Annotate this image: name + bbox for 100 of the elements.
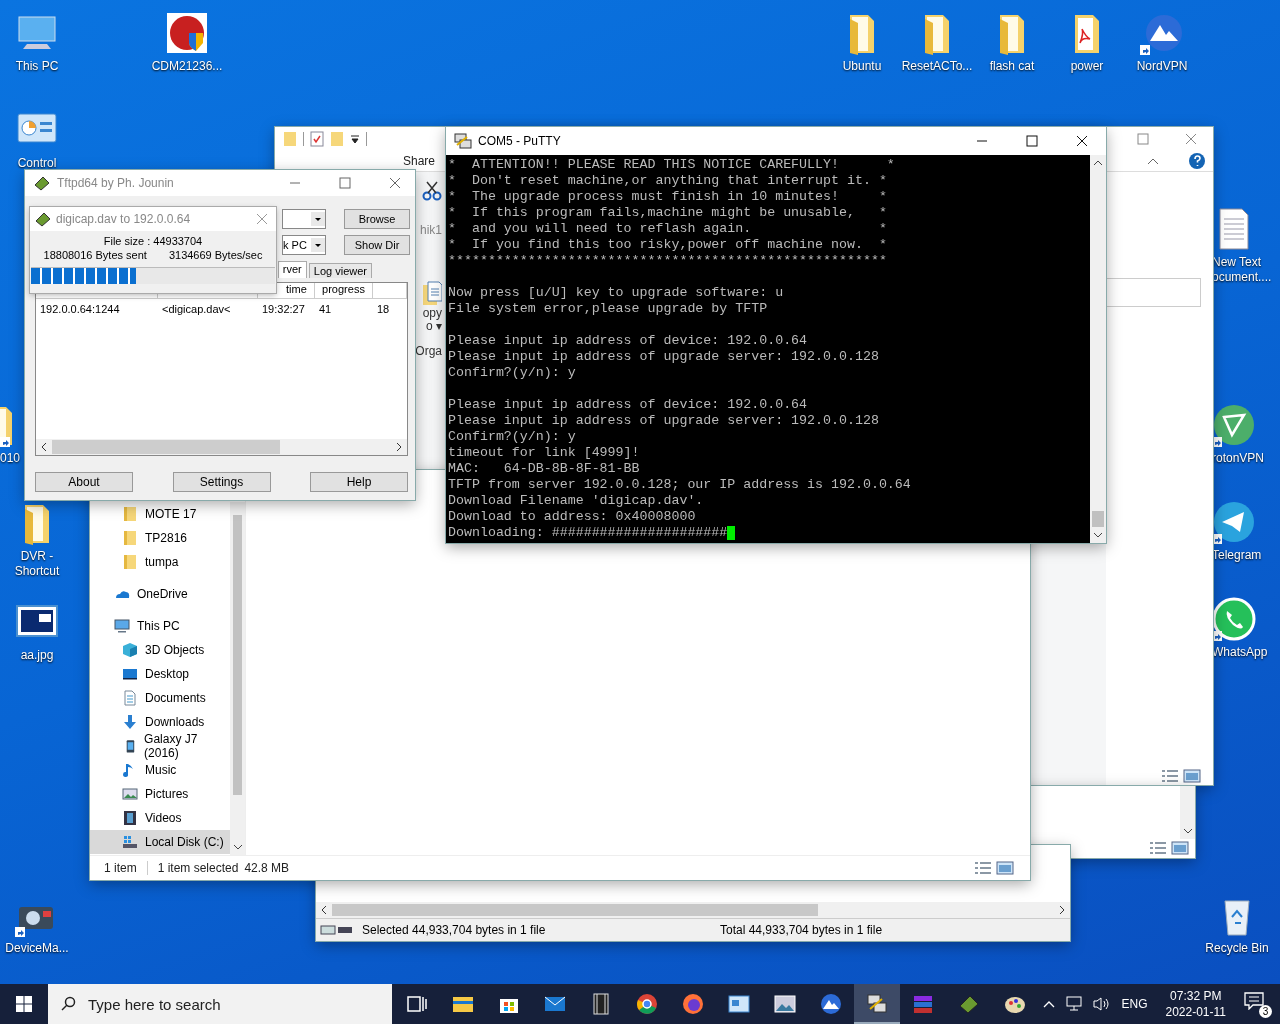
shortcut-arrow-icon xyxy=(1140,45,1150,55)
nav-item[interactable]: Downloads xyxy=(90,710,230,734)
nav-item[interactable]: Galaxy J7 (2016) xyxy=(90,734,230,758)
scrollbar[interactable] xyxy=(36,439,407,455)
icon-label[interactable]: 010 xyxy=(0,451,21,466)
nav-item[interactable]: 3D Objects xyxy=(90,638,230,662)
nav-item[interactable]: tumpa xyxy=(90,550,230,574)
ribbon-label[interactable]: opy xyxy=(422,307,442,320)
icon-label[interactable]: This PC xyxy=(15,59,59,74)
maximize-icon[interactable] xyxy=(1026,135,1038,147)
icon-label[interactable]: Ubuntu xyxy=(842,59,882,74)
speaker-icon[interactable] xyxy=(1093,996,1112,1012)
icon-label[interactable]: WhatsApp xyxy=(1212,645,1268,660)
scroll-thumb[interactable] xyxy=(233,515,242,795)
scroll-down-icon[interactable] xyxy=(232,843,243,851)
start-icon[interactable] xyxy=(16,996,32,1012)
scroll-thumb[interactable] xyxy=(332,904,818,916)
dropdown[interactable]: k PC xyxy=(282,235,326,255)
search-box[interactable]: Type here to search xyxy=(48,984,392,1024)
nav-item[interactable]: MOTE 17 xyxy=(90,502,230,526)
search-input[interactable]: Type here to search xyxy=(86,994,392,1014)
tab[interactable]: rver xyxy=(277,261,307,278)
window-icon[interactable] xyxy=(727,992,751,1016)
shortcut-arrow-icon xyxy=(0,437,10,447)
checklist-icon[interactable] xyxy=(310,131,324,147)
nav-item[interactable]: Desktop xyxy=(90,662,230,686)
icon-label[interactable]: ResetACTo... xyxy=(901,59,973,74)
button[interactable]: Help xyxy=(310,472,408,492)
details-view-icon[interactable] xyxy=(1149,841,1167,855)
network-icon[interactable] xyxy=(1065,996,1084,1012)
nav-item[interactable]: Documents xyxy=(90,686,230,710)
details-view-icon[interactable] xyxy=(974,861,992,875)
ribbon-tab[interactable]: Share xyxy=(403,154,436,168)
button[interactable]: About xyxy=(35,472,133,492)
scrollbar[interactable] xyxy=(1090,155,1106,543)
icon-label[interactable]: flash cat xyxy=(989,59,1035,74)
icon-label[interactable]: Control xyxy=(17,156,57,171)
browser-icon[interactable] xyxy=(635,992,659,1016)
nav-item[interactable]: OneDrive xyxy=(90,582,230,606)
scrollbar[interactable] xyxy=(1180,786,1195,839)
scroll-up-icon[interactable] xyxy=(1093,159,1103,167)
details-view-icon[interactable] xyxy=(1161,769,1179,783)
help-icon[interactable] xyxy=(1189,153,1205,169)
icon-label[interactable]: power xyxy=(1070,59,1104,74)
scroll-left-icon[interactable] xyxy=(40,442,48,452)
text-cursor xyxy=(727,526,736,540)
dropdown-icon[interactable] xyxy=(350,134,360,144)
search-field[interactable] xyxy=(1106,278,1201,307)
scroll-down-icon[interactable] xyxy=(1093,531,1103,539)
nav-item[interactable]: This PC xyxy=(90,614,230,638)
button[interactable]: Settings xyxy=(172,472,271,492)
icon-label[interactable]: DeviceMa... xyxy=(5,941,69,956)
icon-label[interactable]: aa.jpg xyxy=(20,648,54,663)
icon-label[interactable]: New Text ocument.... xyxy=(1212,255,1280,285)
nav-item[interactable]: TP2816 xyxy=(90,526,230,550)
terminal-line: timeout for link [4999]! xyxy=(448,445,640,461)
tab[interactable]: Log viewer xyxy=(308,263,372,278)
icon-label[interactable]: NordVPN xyxy=(1136,59,1188,74)
browser-icon[interactable] xyxy=(681,992,705,1016)
installer-icon[interactable] xyxy=(165,11,209,55)
nav-item[interactable]: Local Disk (C:) xyxy=(90,830,230,854)
icon-label[interactable]: Recycle Bin xyxy=(1205,941,1269,956)
ribbon-label[interactable]: o ▾ xyxy=(426,320,442,333)
language-indicator[interactable]: ENG xyxy=(1121,997,1148,1011)
icon-label[interactable]: rotonVPN xyxy=(1212,451,1265,466)
paper-plane-icon[interactable] xyxy=(1212,500,1256,544)
scroll-down-icon[interactable] xyxy=(1182,827,1193,835)
terminal-line: Please input ip address of device: 192.0.0.64 xyxy=(448,397,808,413)
button[interactable]: Show Dir xyxy=(344,235,410,255)
column-header[interactable]: progress xyxy=(315,283,373,299)
terminal-line: * and you will need to reflash again. * xyxy=(448,221,887,237)
transfer-rate-text: 3134669 Bytes/sec xyxy=(168,249,263,261)
mountain-icon[interactable] xyxy=(819,992,843,1016)
icon-label[interactable]: CDM21236... xyxy=(151,59,223,74)
nav-item[interactable]: Videos xyxy=(90,806,230,830)
scroll-left-icon[interactable] xyxy=(320,905,328,915)
taskbar-app[interactable] xyxy=(854,984,900,1024)
phone-icon[interactable] xyxy=(1212,597,1256,641)
clipboard-icon[interactable] xyxy=(422,281,442,307)
scrollbar[interactable] xyxy=(316,902,1070,918)
terminal-line: * If this program fails,machine might be unusable, * xyxy=(448,205,887,221)
photos-icon[interactable] xyxy=(773,992,797,1016)
dropdown[interactable] xyxy=(282,209,326,229)
scrollbar[interactable] xyxy=(230,502,245,855)
button[interactable]: Browse xyxy=(344,209,410,229)
status-text: 42.8 MB xyxy=(244,861,290,875)
notification-icon[interactable] xyxy=(1244,992,1264,1010)
scroll-thumb[interactable] xyxy=(52,440,280,454)
terminal-line: TFTP from server 192.0.0.128; our IP address is 192.0.0.64 xyxy=(448,477,911,493)
scroll-right-icon[interactable] xyxy=(1058,905,1066,915)
clock[interactable]: 07:32 PM 2022-01-11 xyxy=(1165,988,1226,1020)
close-icon[interactable] xyxy=(1076,135,1088,147)
scissors-icon[interactable] xyxy=(422,180,442,202)
file-size-text: File size : 44933704 xyxy=(103,235,203,247)
icon-label[interactable]: Telegram xyxy=(1212,548,1262,563)
scroll-thumb[interactable] xyxy=(1092,511,1104,527)
terminal-icon[interactable] xyxy=(865,992,889,1016)
nav-item[interactable]: Pictures xyxy=(90,782,230,806)
icon-label[interactable]: DVR - Shortcut xyxy=(0,549,75,579)
scroll-right-icon[interactable] xyxy=(395,442,403,452)
